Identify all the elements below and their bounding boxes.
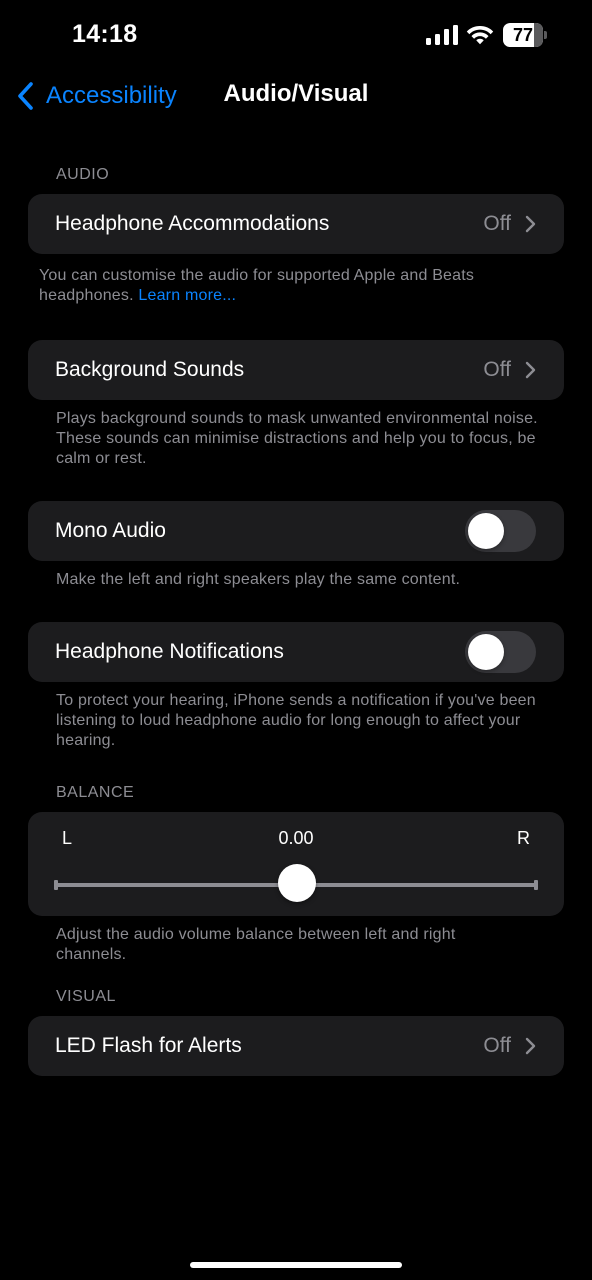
background-sounds-footer: Plays background sounds to mask unwanted… bbox=[56, 410, 538, 467]
chevron-right-icon bbox=[525, 361, 536, 379]
headphone-accommodations-footer-text: You can customise the audio for supporte… bbox=[39, 267, 475, 304]
headphone-accommodations-cell[interactable]: Headphone Accommodations Off bbox=[28, 194, 564, 254]
led-flash-value: Off bbox=[483, 1034, 511, 1057]
background-sounds-label: Background Sounds bbox=[55, 358, 245, 381]
learn-more-link[interactable]: Learn more... bbox=[138, 287, 236, 304]
headphone-accommodations-label: Headphone Accommodations bbox=[55, 212, 330, 235]
wifi-icon bbox=[466, 26, 494, 45]
mono-audio-toggle[interactable] bbox=[465, 510, 536, 552]
section-header-balance: BALANCE bbox=[56, 784, 135, 801]
mono-audio-label: Mono Audio bbox=[55, 519, 166, 542]
headphone-notifications-label: Headphone Notifications bbox=[55, 640, 284, 663]
headphone-notifications-toggle[interactable] bbox=[465, 631, 536, 673]
status-time: 14:18 bbox=[72, 20, 138, 48]
balance-value: 0.00 bbox=[278, 828, 314, 848]
battery-icon: 77 bbox=[503, 23, 547, 47]
status-bar: 14:18 77 bbox=[0, 0, 592, 70]
headphone-notifications-footer: To protect your hearing, iPhone sends a … bbox=[56, 692, 536, 749]
led-flash-cell[interactable]: LED Flash for Alerts Off bbox=[28, 1016, 564, 1076]
balance-footer: Adjust the audio volume balance between … bbox=[56, 926, 456, 963]
chevron-right-icon bbox=[525, 1037, 536, 1055]
battery-level: 77 bbox=[512, 25, 534, 45]
balance-slider-left-stop bbox=[54, 880, 58, 890]
toggle-knob bbox=[468, 634, 504, 670]
background-sounds-value: Off bbox=[483, 358, 511, 381]
chevron-right-icon bbox=[525, 215, 536, 233]
headphone-accommodations-footer: You can customise the audio for supporte… bbox=[39, 266, 549, 306]
headphone-accommodations-value: Off bbox=[483, 212, 511, 235]
page-title: Audio/Visual bbox=[223, 80, 369, 107]
balance-slider-thumb[interactable] bbox=[278, 864, 316, 902]
cellular-signal-icon bbox=[426, 25, 458, 45]
toggle-knob bbox=[468, 513, 504, 549]
home-indicator[interactable] bbox=[190, 1262, 402, 1268]
background-sounds-cell[interactable]: Background Sounds Off bbox=[28, 340, 564, 400]
section-header-audio: AUDIO bbox=[56, 166, 110, 183]
mono-audio-footer: Make the left and right speakers play th… bbox=[56, 571, 461, 588]
headphone-notifications-cell: Headphone Notifications bbox=[28, 622, 564, 682]
balance-right-label: R bbox=[517, 828, 530, 848]
balance-slider-right-stop bbox=[534, 880, 538, 890]
led-flash-label: LED Flash for Alerts bbox=[55, 1034, 242, 1057]
section-header-visual: VISUAL bbox=[56, 988, 116, 1005]
mono-audio-cell: Mono Audio bbox=[28, 501, 564, 561]
